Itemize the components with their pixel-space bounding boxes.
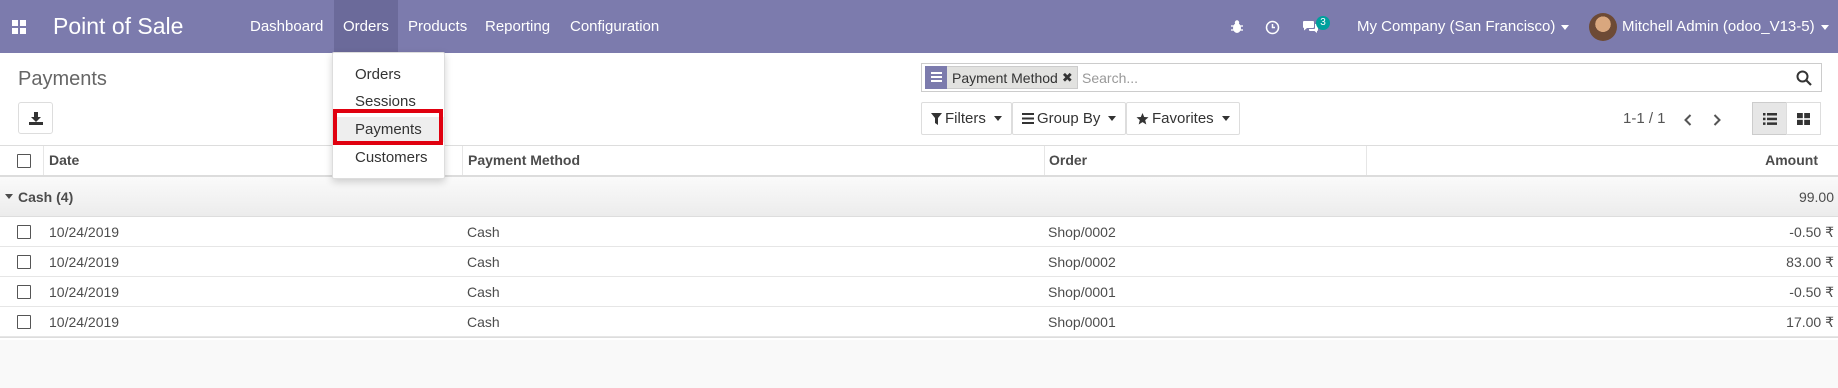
cell-date: 10/24/2019 <box>49 284 120 300</box>
facet-label: Payment Method <box>952 69 1058 86</box>
select-all-cell <box>0 146 44 175</box>
cell-order: Shop/0002 <box>1048 254 1116 270</box>
pager-previous-icon[interactable] <box>1678 108 1698 132</box>
filters-label: Filters <box>945 110 986 127</box>
cell-amount: 83.00 ₹ <box>1786 254 1834 270</box>
payments-highlight-box <box>333 109 443 145</box>
row-checkbox[interactable] <box>17 315 31 329</box>
table-row[interactable]: 10/24/2019 Cash Shop/0002 83.00 ₹ <box>0 247 1838 277</box>
user-menu[interactable]: Mitchell Admin (odoo_V13-5) <box>1622 0 1829 53</box>
groupby-button[interactable]: Group By <box>1012 102 1127 135</box>
filters-button[interactable]: Filters <box>921 102 1012 135</box>
group-total: 99.00 <box>1798 189 1834 205</box>
filter-icon <box>931 112 942 125</box>
select-all-checkbox[interactable] <box>17 154 31 168</box>
cell-payment-method: Cash <box>467 254 500 270</box>
page-title: Payments <box>18 68 107 90</box>
menu-reporting[interactable]: Reporting <box>476 0 559 53</box>
pager-next-icon[interactable] <box>1707 108 1727 132</box>
download-icon <box>29 112 43 125</box>
control-panel: Payments Payment Method ✖ Filters Group … <box>0 53 1838 146</box>
favorites-button[interactable]: Favorites <box>1126 102 1240 135</box>
cell-amount: -0.50 ₹ <box>1789 224 1834 240</box>
star-icon <box>1136 112 1149 124</box>
chevron-down-icon <box>1561 24 1570 30</box>
message-count-badge: 3 <box>1316 16 1330 30</box>
remove-facet-icon[interactable]: ✖ <box>1062 70 1077 86</box>
favorites-label: Favorites <box>1152 110 1214 127</box>
row-checkbox[interactable] <box>17 285 31 299</box>
cell-payment-method: Cash <box>467 284 500 300</box>
list-view-button[interactable] <box>1752 102 1787 135</box>
table-row[interactable]: 10/24/2019 Cash Shop/0001 -0.50 ₹ <box>0 277 1838 307</box>
search-icon[interactable] <box>1796 70 1812 86</box>
app-brand[interactable]: Point of Sale <box>53 13 183 40</box>
group-label: Cash (4) <box>18 189 74 205</box>
table-header: Date Payment Method Order Amount <box>0 146 1838 177</box>
groupby-label: Group By <box>1037 110 1101 127</box>
search-input[interactable] <box>1082 67 1782 89</box>
cell-order: Shop/0001 <box>1048 314 1116 330</box>
menu-products[interactable]: Products <box>399 0 476 53</box>
cell-amount: -0.50 ₹ <box>1789 284 1834 300</box>
dropdown-item-customers[interactable]: Customers <box>333 145 444 170</box>
search-facet[interactable]: Payment Method ✖ <box>925 65 1078 89</box>
row-checkbox[interactable] <box>17 225 31 239</box>
user-name: Mitchell Admin (odoo_V13-5) <box>1622 18 1815 35</box>
debug-bug-icon[interactable] <box>1230 0 1244 53</box>
search-bar[interactable]: Payment Method ✖ <box>921 63 1822 92</box>
cell-amount: 17.00 ₹ <box>1786 314 1834 330</box>
export-button[interactable] <box>18 102 53 134</box>
dropdown-item-orders[interactable]: Orders <box>333 62 444 87</box>
menu-orders[interactable]: Orders <box>334 0 398 53</box>
payments-list: Date Payment Method Order Amount Cash (4… <box>0 146 1838 340</box>
company-switcher[interactable]: My Company (San Francisco) <box>1357 0 1570 53</box>
table-row[interactable]: 10/24/2019 Cash Shop/0001 17.00 ₹ <box>0 307 1838 337</box>
kanban-view-icon <box>1797 112 1810 125</box>
chevron-down-icon <box>1221 116 1230 121</box>
groupby-list-icon <box>925 65 947 89</box>
user-avatar[interactable] <box>1589 13 1617 41</box>
menu-dashboard[interactable]: Dashboard <box>241 0 332 53</box>
list-icon <box>1022 113 1034 124</box>
cell-date: 10/24/2019 <box>49 314 120 330</box>
company-name: My Company (San Francisco) <box>1357 18 1556 35</box>
chevron-down-icon <box>1820 24 1829 30</box>
list-view-icon <box>1762 112 1777 125</box>
list-footer <box>0 337 1838 340</box>
chevron-down-icon <box>993 116 1002 121</box>
top-navbar: Point of Sale Dashboard Orders Products … <box>0 0 1838 53</box>
column-order[interactable]: Order <box>1045 146 1367 175</box>
group-row-cash[interactable]: Cash (4) 99.00 <box>0 177 1838 217</box>
cell-date: 10/24/2019 <box>49 254 120 270</box>
cell-payment-method: Cash <box>467 314 500 330</box>
column-amount[interactable]: Amount <box>1367 146 1820 175</box>
pager-value[interactable]: 1-1 / 1 <box>1623 110 1666 127</box>
cell-order: Shop/0002 <box>1048 224 1116 240</box>
group-expand-caret-icon <box>5 194 13 199</box>
cell-order: Shop/0001 <box>1048 284 1116 300</box>
cell-date: 10/24/2019 <box>49 224 120 240</box>
chevron-down-icon <box>1108 116 1117 121</box>
table-row[interactable]: 10/24/2019 Cash Shop/0002 -0.50 ₹ <box>0 217 1838 247</box>
activity-clock-icon[interactable] <box>1265 0 1280 53</box>
apps-menu-icon[interactable] <box>12 20 26 34</box>
row-checkbox[interactable] <box>17 255 31 269</box>
cell-payment-method: Cash <box>467 224 500 240</box>
kanban-view-button[interactable] <box>1786 102 1821 135</box>
menu-configuration[interactable]: Configuration <box>561 0 668 53</box>
column-payment-method[interactable]: Payment Method <box>463 146 1045 175</box>
